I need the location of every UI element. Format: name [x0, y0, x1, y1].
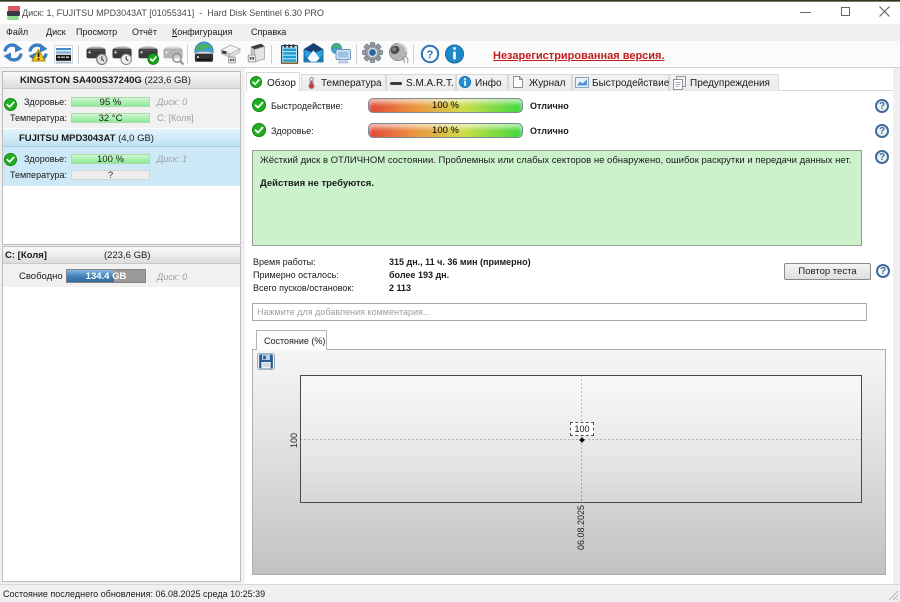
- svg-text:?: ?: [427, 49, 434, 61]
